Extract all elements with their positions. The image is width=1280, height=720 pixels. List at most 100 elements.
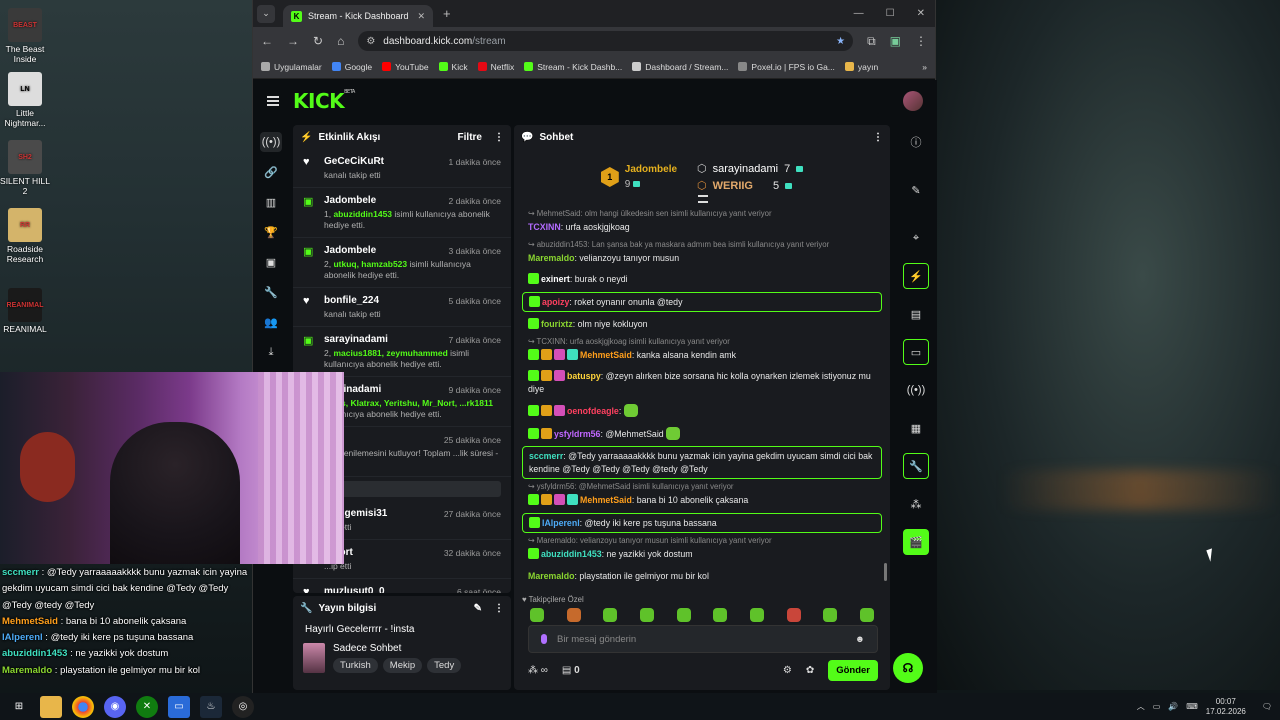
minimize-icon[interactable]: — [854,8,864,19]
activity-event[interactable]: ♥ bonfile_224 kanalı takip etti 5 dakika ön… [293,288,511,327]
trophy-icon[interactable]: 🏆 [260,222,282,242]
activity-event[interactable]: ♥ GeCeCiKuRt kanalı takip etti 1 dakika önc… [293,149,511,188]
chat-scrollbar[interactable] [884,563,887,581]
emote-icon[interactable] [823,608,838,622]
activity-event[interactable]: ▣ sarayinadami 2, macius1881, zeymuhammed … [293,327,511,377]
forward-icon[interactable]: → [287,34,299,48]
chat-username[interactable]: apoizy [542,297,569,307]
home-icon[interactable]: ⌂ [337,34,344,48]
chat-username[interactable]: batuspy [567,371,601,381]
bookmark-item[interactable]: Uygulamalar [261,62,322,72]
stream-tag[interactable]: Tedy [427,658,462,673]
emote-icon[interactable] [603,608,618,622]
leaderboard-second-name[interactable]: sarayinadami [713,163,778,175]
chat-message[interactable]: oenofdeagle: [522,401,882,421]
activity-event[interactable]: ▣ Jadombele 1, abuziddin1453 isimli kullan… [293,188,511,238]
bookmark-item[interactable]: Dashboard / Stream... [632,62,728,72]
bookmark-item[interactable]: YouTube [382,62,429,72]
store-icon[interactable]: ▭ [168,695,190,718]
chat-username[interactable]: Maremaldo [528,253,574,263]
keyboard-icon[interactable]: ⌨ [1186,702,1198,711]
chat-message[interactable]: exinert: burak o neydi [522,270,882,289]
live-stream-icon[interactable]: ((•)) [260,132,282,152]
chat-message[interactable]: TCXINN: urfa aoskjgjkoag [522,218,882,237]
desktop-icon[interactable]: RR Roadside Research [0,208,50,264]
new-tab-icon[interactable]: + [443,6,451,21]
chat-message[interactable]: sccmerr: @Tedy yarraaaaakkkk bunu yazmak… [522,446,882,479]
users-icon[interactable]: 👥 [260,312,282,332]
clock[interactable]: 00:07 17.02.2026 [1206,697,1246,717]
reload-icon[interactable]: ↻ [313,34,323,48]
notes-icon[interactable]: ▤ [903,301,929,327]
bookmark-item[interactable]: Kick [438,62,468,72]
hamburger-menu-icon[interactable] [267,96,279,106]
bookmark-star-icon[interactable]: ★ [836,36,845,47]
bookmark-item[interactable]: Poxel.io | FPS io Ga... [738,62,835,72]
site-info-icon[interactable]: ⚙ [366,36,375,47]
screenshot-icon[interactable]: ⌖ [903,225,929,251]
chat-username[interactable]: TCXINN [528,222,561,232]
browser-tab-kick-dashboard[interactable]: K Stream - Kick Dashboard ✕ [283,5,433,27]
bookmarks-overflow-icon[interactable]: » [922,62,927,72]
notifications-icon[interactable]: 🗨 [1262,702,1272,711]
chat-message[interactable]: Maremaldo: velianzoyu tanıyor musun [522,249,882,268]
upload-icon[interactable]: ⤓ [260,342,282,362]
user-avatar[interactable] [903,91,923,111]
chat-message[interactable]: lAlperenl: @tedy iki kere ps tuşuna bass… [522,512,882,533]
browser-menu-icon[interactable]: ⋮ [915,34,927,48]
chat-username[interactable]: Maremaldo [528,571,574,581]
filter-button[interactable]: Filtre [458,132,482,143]
chat-username[interactable]: fourixtz [541,319,573,329]
discord-icon[interactable]: ◉ [104,695,126,718]
emote-icon[interactable] [859,608,874,622]
chat-message[interactable]: MehmetSaid: bana bi 10 abonelik çaksana [522,491,882,510]
windows-start-icon[interactable]: ⊞ [8,696,30,718]
file-explorer-icon[interactable] [40,695,62,718]
link-icon[interactable]: 🔗 [260,162,282,182]
edit-pencil-icon[interactable]: ✎ [474,603,482,614]
broadcast-icon[interactable]: ((•)) [903,377,929,403]
extensions-icon[interactable]: ⧉ [867,34,876,49]
settings-gear-icon[interactable]: ⚙ [783,665,792,676]
emote-icon[interactable] [639,608,654,622]
chat-username[interactable]: abuziddin1453 [541,549,602,559]
bookmark-item[interactable]: Netflix [477,62,514,72]
bookmark-item[interactable]: yayın [844,62,878,72]
chat-username[interactable]: exinert [541,274,570,284]
chat-toggle-icon[interactable]: ▭ [903,339,929,365]
chat-username[interactable]: sccmerr [529,451,563,461]
activity-more-icon[interactable]: ⋮ [494,132,504,143]
info-icon[interactable]: ⓘ [903,129,929,155]
chrome-icon[interactable] [72,695,94,718]
chat-message[interactable]: ysfyldrm56: @MehmetSaid [522,424,882,444]
emote-icon[interactable] [713,608,728,622]
close-window-icon[interactable]: ✕ [917,8,925,19]
stream-info-more-icon[interactable]: ⋮ [494,603,504,614]
chat-message-input[interactable]: Bir mesaj gönderin ☻ [528,625,878,653]
activity-bolt-icon[interactable]: ⚡ [903,263,929,289]
kick-logo[interactable]: KICKBETA [293,89,355,113]
back-icon[interactable]: ← [261,34,273,48]
community-icon[interactable]: ⁂ [903,491,929,517]
stream-tag[interactable]: Mekip [382,658,423,673]
tools-wrench-icon[interactable]: 🔧 [903,453,929,479]
video-icon[interactable]: ▣ [260,252,282,272]
volume-icon[interactable]: 🔊 [1168,702,1178,711]
support-headset-icon[interactable]: ☊ [893,653,923,683]
chat-message[interactable]: fourixtz: olm niye kokluyon [522,315,882,334]
emoji-icon[interactable]: ☻ [855,634,865,645]
chat-username[interactable]: ysfyldrm56 [554,429,600,439]
xbox-icon[interactable]: ✕ [136,695,158,718]
desktop-icon[interactable]: BEAST The Beast Inside [0,8,50,64]
tray-chevron-icon[interactable]: ︿ [1137,701,1145,712]
stream-tag[interactable]: Turkish [333,658,378,673]
wrench-icon[interactable]: 🔧 [260,282,282,302]
emote-icon[interactable] [566,608,581,622]
collapse-leaderboard-icon[interactable] [698,195,708,203]
chat-message[interactable]: batuspy: @zeyn alırken bize sorsana hic … [522,367,882,398]
emote-icon[interactable] [749,608,764,622]
chat-more-icon[interactable]: ⋮ [873,132,883,143]
chat-username[interactable]: MehmetSaid [580,495,632,505]
chat-username[interactable]: oenofdeagle [567,406,619,416]
tab-close-icon[interactable]: ✕ [417,11,425,22]
